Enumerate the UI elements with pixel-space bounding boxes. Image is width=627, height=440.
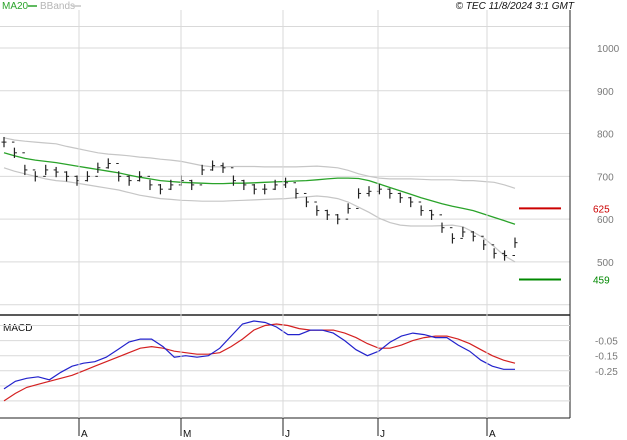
price-bar [251, 184, 257, 195]
price-bar [429, 209, 435, 220]
price-bar [210, 160, 216, 171]
stock-chart: MA20 BBands © TEC 11/8/2024 3:1 GMT 1000… [0, 0, 627, 440]
price-y-tick-label: 800 [597, 130, 614, 141]
price-bar [408, 196, 414, 208]
macd-y-tick-label: -0.25 [595, 367, 618, 378]
price-bar [43, 164, 49, 177]
bbands-legend-label: BBands [40, 1, 75, 12]
price-bar [126, 175, 132, 186]
price-bar [418, 201, 424, 216]
macd-panel: MACD -0.05 -0.15 -0.25 [0, 320, 618, 402]
price-bar [199, 164, 205, 186]
price-y-tick-label: 500 [597, 258, 614, 269]
price-y-tick-label: 1000 [597, 44, 620, 55]
price-bar [366, 186, 372, 197]
support-level-label: 459 [593, 275, 610, 286]
price-bar [449, 227, 455, 244]
price-bar [303, 192, 309, 208]
macd-y-tick-label: -0.15 [595, 352, 618, 363]
x-axis-tick-label: A [489, 429, 496, 440]
price-bar [283, 177, 289, 188]
price-bar [189, 179, 195, 191]
macd-panel-label: MACD [3, 323, 32, 334]
price-bar [220, 162, 226, 173]
price-bar [262, 184, 268, 195]
chart-header: MA20 BBands © TEC 11/8/2024 3:1 GMT [2, 1, 575, 12]
bollinger-bands [3, 137, 516, 263]
macd-lines [3, 320, 516, 402]
price-bar [460, 226, 466, 239]
price-y-tick-label: 600 [597, 215, 614, 226]
macd-signal-line [3, 323, 516, 402]
price-y-tick-label: 700 [597, 172, 614, 183]
price-bar [439, 214, 445, 233]
price-bar [356, 188, 362, 209]
price-y-tick-label: 900 [597, 87, 614, 98]
resistance-level-label: 625 [593, 204, 610, 215]
price-bar [397, 192, 403, 203]
price-bar [502, 250, 508, 261]
price-bar [105, 158, 111, 169]
price-bar [345, 203, 351, 220]
x-axis-tick-label: J [380, 429, 385, 440]
ma20-line [3, 152, 516, 225]
price-bar [157, 184, 163, 195]
macd-y-axis-ticks: -0.05 -0.15 -0.25 [595, 337, 618, 378]
price-gridlines [0, 26, 570, 306]
price-bar [314, 201, 320, 216]
price-bar [387, 188, 393, 199]
x-axis-tick-label: A [81, 429, 88, 440]
price-bar [241, 179, 247, 191]
price-panel: 1000 900 800 700 600 500 625 459 [0, 26, 620, 306]
macd-y-tick-label: -0.05 [595, 337, 618, 348]
x-axis-tick-label: J [285, 429, 290, 440]
ma20-layer [3, 152, 516, 225]
copyright-label: © TEC 11/8/2024 3:1 GMT [456, 1, 575, 12]
price-bar [512, 237, 518, 257]
bbands-upper-line [3, 137, 516, 189]
price-y-axis-ticks: 1000 900 800 700 600 500 [597, 44, 620, 269]
price-bar [22, 152, 28, 176]
chart-canvas: MA20 BBands © TEC 11/8/2024 3:1 GMT 1000… [0, 1, 620, 440]
x-axis-tick-label: M [183, 429, 191, 440]
ma20-legend-label: MA20 [2, 1, 29, 12]
price-bar [53, 166, 59, 178]
macd-line [3, 320, 515, 390]
x-axis-ticks: AMJJA [78, 10, 496, 440]
price-bar [293, 182, 299, 199]
price-bar [324, 209, 330, 220]
